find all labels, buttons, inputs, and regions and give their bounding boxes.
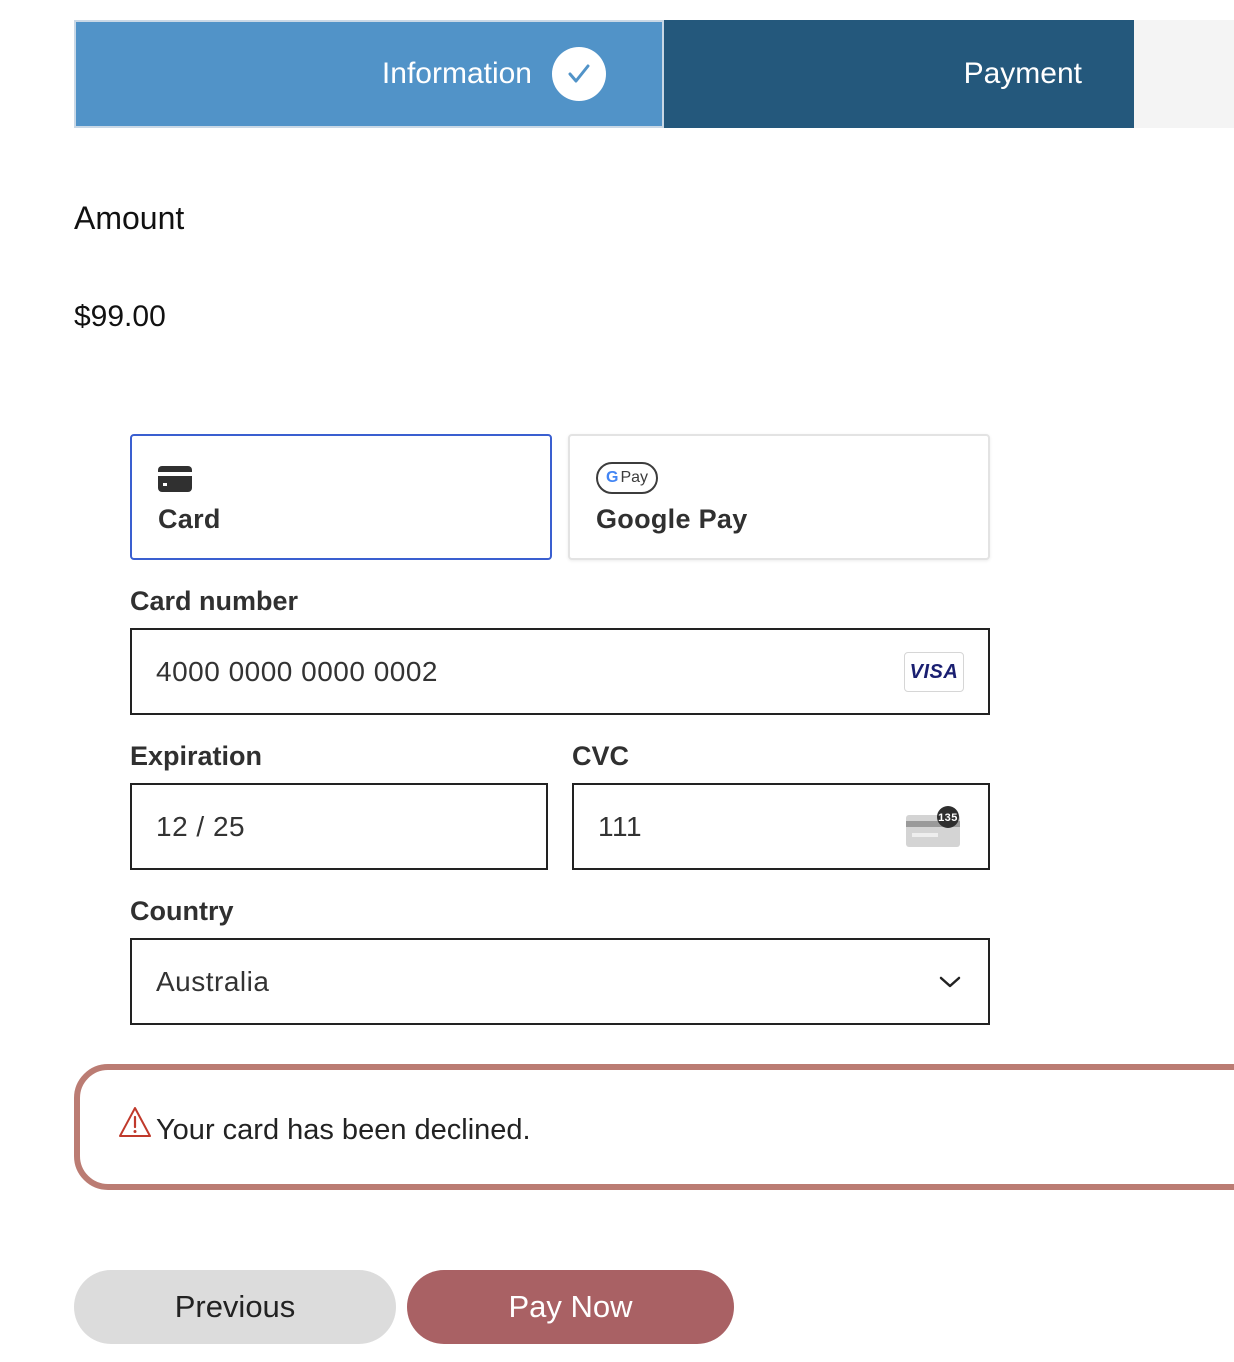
step-placeholder — [1134, 20, 1234, 128]
cvc-card-icon: 135 — [906, 806, 960, 847]
error-text: Your card has been declined. — [156, 1114, 531, 1146]
country-label: Country — [130, 896, 234, 926]
cvc-icon-text: 135 — [938, 812, 958, 824]
expiration-value: 12 / 25 — [156, 810, 246, 842]
card-tab-label: Card — [158, 504, 221, 534]
cvc-value: 111 — [598, 810, 643, 842]
step-information-label: Information — [381, 57, 532, 90]
payment-method-google-pay-tab[interactable]: G Pay Google Pay — [568, 434, 990, 560]
payment-method-card-tab[interactable]: Card — [130, 434, 552, 560]
expiration-label: Expiration — [130, 741, 263, 771]
google-pay-icon: G Pay — [596, 462, 658, 494]
card-number-value: 4000 0000 0000 0002 — [156, 655, 438, 687]
country-value: Australia — [156, 965, 270, 997]
checkmark-icon — [552, 47, 606, 101]
warning-icon — [119, 1107, 151, 1137]
cvc-input[interactable]: 111 135 — [572, 783, 990, 870]
amount-value: $99.00 — [74, 300, 166, 333]
visa-icon: VISA — [904, 652, 964, 692]
country-select[interactable]: Australia — [130, 938, 990, 1025]
card-number-input[interactable]: 4000 0000 0000 0002 VISA — [130, 628, 990, 715]
chevron-down-icon — [939, 976, 961, 988]
expiration-input[interactable]: 12 / 25 — [130, 783, 548, 870]
previous-button[interactable]: Previous — [74, 1270, 396, 1344]
pay-now-button[interactable]: Pay Now — [407, 1270, 734, 1344]
step-payment-label: Payment — [963, 57, 1082, 90]
card-number-label: Card number — [130, 586, 299, 616]
google-pay-tab-label: Google Pay — [596, 504, 748, 534]
google-pay-badge-text: Pay — [620, 469, 649, 486]
step-information[interactable]: Information — [74, 20, 664, 128]
checkout-steps: Information Payment — [74, 20, 1234, 128]
step-payment[interactable]: Payment — [664, 20, 1134, 128]
error-message-box: Your card has been declined. — [74, 1064, 1234, 1190]
amount-label: Amount — [74, 200, 185, 236]
google-g-mark: G — [605, 469, 619, 486]
cvc-label: CVC — [572, 741, 630, 771]
credit-card-icon — [158, 466, 192, 492]
